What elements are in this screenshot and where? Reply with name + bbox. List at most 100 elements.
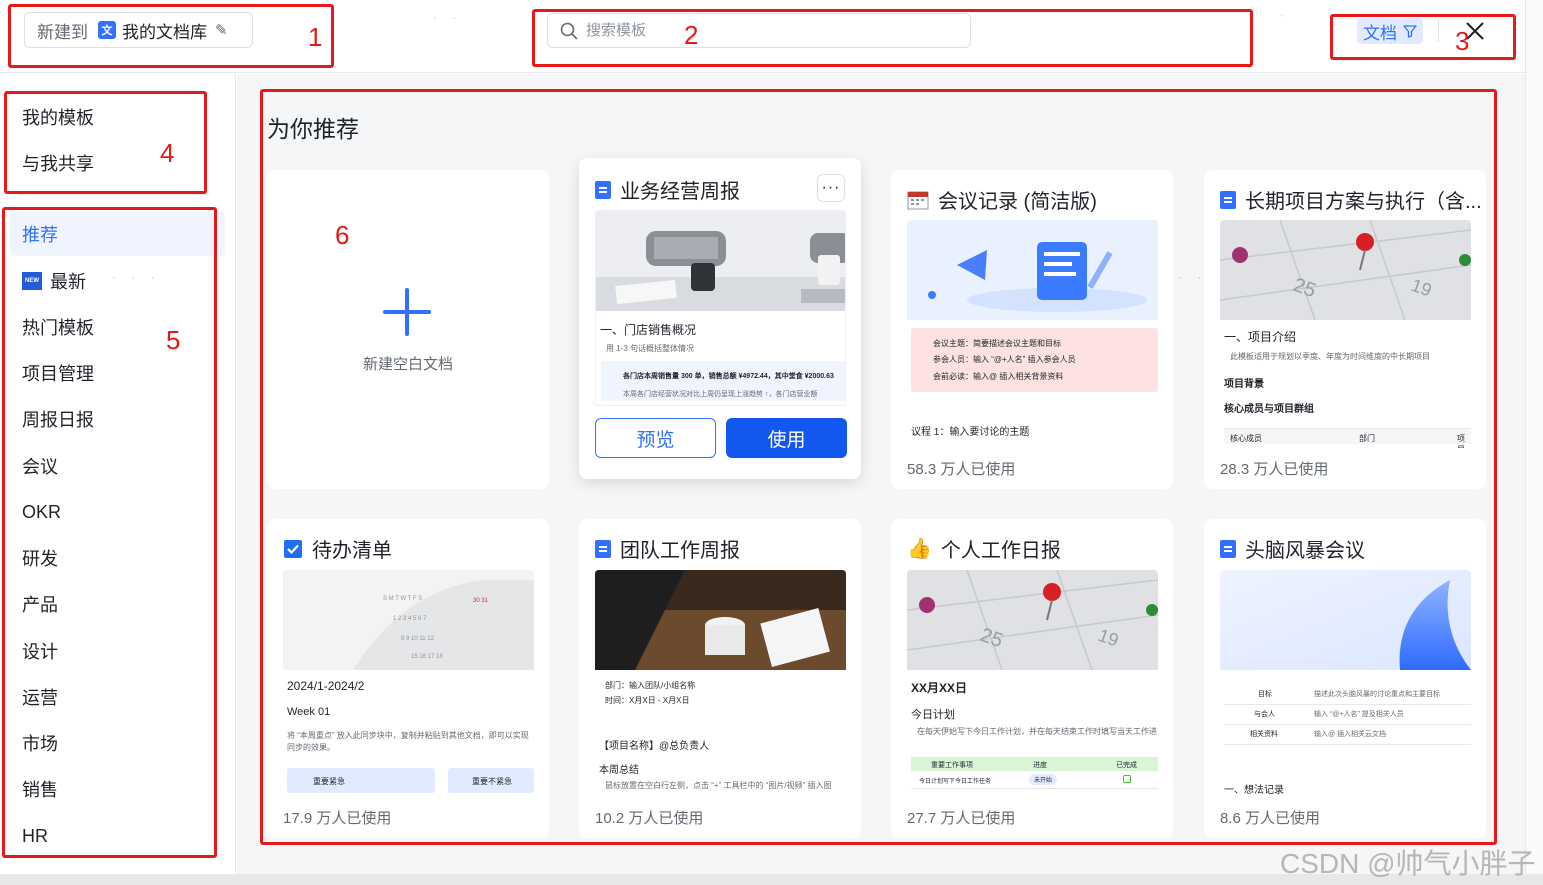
template-card-team-weekly[interactable]: 团队工作周报 部门：输入团队/小组名称 时间：X月X日 - X月X日 【项目名称…	[579, 519, 861, 838]
thumb-line: 会议主题：简要描述会议主题和目标	[933, 339, 1061, 348]
doc-icon	[595, 180, 611, 199]
annotation-number-4: 4	[160, 138, 175, 168]
sidebar-category-okr[interactable]: OKR	[10, 490, 225, 534]
edit-pencil-icon[interactable]: ✎	[215, 21, 228, 39]
sidebar-item-label: 热门模板	[22, 318, 94, 338]
thumb-line: 重要不紧急	[472, 777, 512, 786]
usage-count: 17.9 万人已使用	[283, 810, 392, 827]
usage-count: 58.3 万人已使用	[907, 461, 1016, 478]
thumb-line: 部门	[1359, 434, 1375, 443]
template-card-business-weekly[interactable]: 业务经营周报 ··· 一、门店销售概况 用 1-3 句话概括整体情况 各门店本周…	[579, 158, 861, 479]
sidebar-category-design[interactable]: 设计	[10, 629, 225, 673]
thumb-callout: 会议主题：简要描述会议主题和目标 参会人员：输入 “@+人名” 插入参会人员 会…	[911, 328, 1158, 392]
sidebar-category-hr[interactable]: HR	[10, 814, 225, 858]
sidebar-item-my-templates[interactable]: 我的模板	[10, 95, 225, 139]
search-box[interactable]	[547, 13, 971, 48]
thumb-line: 议程 1：输入要讨论的主题	[911, 427, 1030, 438]
template-thumbnail: 部门：输入团队/小组名称 时间：X月X日 - X月X日 【项目名称】@总负责人 …	[595, 570, 846, 800]
usage-count: 28.3 万人已使用	[1220, 461, 1329, 478]
sidebar-category-recommended[interactable]: 推荐	[10, 212, 225, 256]
thumb-line: 进度	[1033, 762, 1047, 769]
sidebar-item-label: 研发	[22, 549, 58, 569]
template-thumbnail: 一、门店销售概况 用 1-3 句话概括整体情况 各门店本周销售量 300 单，销…	[595, 210, 846, 406]
thumb-line: 项目	[1457, 434, 1465, 448]
doc-icon	[1220, 539, 1236, 558]
sidebar-category-marketing[interactable]: 市场	[10, 721, 225, 765]
sidebar-item-shared-with-me[interactable]: 与我共享	[10, 141, 225, 185]
sidebar-category-meeting[interactable]: 会议	[10, 444, 225, 488]
thumb-line: 一、想法记录	[1224, 785, 1284, 796]
meeting-illustration	[907, 220, 1158, 320]
thumb-line: 各门店本周销售量 300 单，销售总额 ¥4972.44，其中堂食 ¥2000.…	[623, 373, 834, 380]
template-card-title: 头脑风暴会议	[1220, 534, 1486, 563]
thumb-table-row: 今日计划写下今日工作任务 未开始	[911, 771, 1158, 789]
sidebar-category-hot[interactable]: 热门模板	[10, 305, 225, 349]
thumb-line: 重要紧急	[313, 777, 345, 786]
doc-icon	[595, 539, 611, 558]
sidebar-item-label: 设计	[22, 642, 58, 662]
thumb-line: XX月XX日	[911, 681, 968, 695]
office-desk-photo	[596, 211, 845, 311]
new-blank-doc-card[interactable]: 新建空白文档	[267, 170, 549, 489]
section-title: 为你推荐	[267, 116, 359, 142]
template-card-meeting-notes[interactable]: 会议记录 (简洁版) 会议主题：简要描述会议主题和目标 参会人员：输入 “@+人…	[891, 170, 1173, 489]
thumb-line: 相关资料	[1250, 731, 1278, 738]
thumb-line: 一、项目介绍	[1224, 330, 1297, 344]
search-icon	[560, 22, 578, 39]
sidebar-category-reports[interactable]: 周报日报	[10, 397, 225, 441]
template-thumbnail: 25 19 一、项目介绍 此模板适用于规划以季度、年度为时间维度的中长期项目 项…	[1220, 220, 1471, 448]
template-card-daily-report[interactable]: 👍 个人工作日报 25 19 XX月XX日 今日计划 在每天伊始写下今日工作计划…	[891, 519, 1173, 838]
thumb-line: 目标	[1258, 691, 1272, 698]
sidebar-category-product[interactable]: 产品	[10, 582, 225, 626]
dot-decoration: · · ·	[112, 270, 161, 284]
paper-calendar-photo: S M T W T F S 1 2 3 4 5 6 7 8 9 10 11 12 15…	[283, 570, 534, 670]
new-to-location-selector[interactable]: 新建到 文 我的文档库 ✎	[24, 12, 253, 48]
use-button[interactable]: 使用	[726, 418, 847, 458]
sidebar-category-operations[interactable]: 运营	[10, 675, 225, 719]
abstract-blue-illustration	[1220, 570, 1471, 670]
usage-count: 10.2 万人已使用	[595, 810, 704, 827]
sidebar-item-label: OKR	[22, 501, 62, 522]
thumb-line: 输入 “@+人名” 提及相关人员	[1314, 711, 1404, 718]
svg-text:S M T W T F S: S M T W T F S	[383, 596, 422, 602]
thumb-line: 重要工作事项	[931, 762, 973, 769]
thumb-line: 本周各门店经营状况对比上周仍呈现上涨趋势 ↑，各门店营业额	[623, 391, 818, 398]
thumb-callout: 各门店本周销售量 300 单，销售总额 ¥4972.44，其中堂食 ¥2000.…	[601, 361, 845, 401]
filter-label: 文档	[1363, 23, 1397, 43]
more-options-button[interactable]: ···	[817, 174, 845, 202]
sidebar-item-label: 项目管理	[22, 364, 94, 384]
thumb-line: 核心成员	[1230, 434, 1262, 443]
thumb-line: 鼠标放置在空白行左侧，点击 “+” 工具栏中的 “图片/视频” 插入图	[605, 781, 832, 790]
sidebar-category-sales[interactable]: 销售	[10, 767, 225, 811]
annotation-number-2: 2	[684, 20, 699, 50]
template-title: 团队工作周报	[620, 540, 740, 562]
sidebar-item-label: 销售	[22, 780, 58, 800]
template-card-brainstorm[interactable]: 头脑风暴会议 目标 描述此次头脑风暴的讨论重点和主要目标 与会人 输入 “@+人名”…	[1204, 519, 1486, 838]
svg-text:30 31: 30 31	[473, 598, 489, 604]
thumb-line: 核心成员与项目群组	[1224, 404, 1314, 415]
search-input[interactable]	[586, 22, 886, 39]
template-card-long-term-project[interactable]: 长期项目方案与执行（含... 25 19 一、项目介绍 此模板适用于规划以季度、…	[1204, 170, 1486, 489]
sidebar-category-project[interactable]: 项目管理	[10, 351, 225, 395]
template-card-title: 👍 个人工作日报	[907, 534, 1173, 563]
thumb-table-header: 核心成员 部门 项目	[1224, 428, 1471, 448]
thumb-line: 本周总结	[599, 765, 639, 776]
sidebar-category-rd[interactable]: 研发	[10, 536, 225, 580]
calendar-pins-photo: 25 19	[907, 570, 1158, 670]
new-blank-doc-label: 新建空白文档	[362, 356, 453, 373]
filter-funnel-icon	[1403, 25, 1417, 38]
thumb-tag-urgent: 重要紧急	[287, 768, 435, 793]
library-name: 我的文档库	[122, 22, 207, 42]
new-to-label: 新建到	[37, 22, 88, 42]
doc-type-filter-button[interactable]: 文档	[1357, 18, 1423, 44]
doc-library-icon: 文	[98, 21, 116, 39]
svg-text:1 2 3 4 5 6 7: 1 2 3 4 5 6 7	[393, 616, 427, 622]
template-card-title: 长期项目方案与执行（含...	[1220, 185, 1482, 214]
template-title: 长期项目方案与执行（含...	[1245, 191, 1482, 213]
preview-button[interactable]: 预览	[595, 418, 716, 458]
thumb-line: 在每天伊始写下今日工作计划，并在每天结束工作时填写当天工作进	[917, 727, 1157, 736]
sidebar-item-label: 市场	[22, 734, 58, 754]
thumb-line: 描述此次头脑风暴的讨论重点和主要目标	[1314, 691, 1440, 698]
usage-count: 27.7 万人已使用	[907, 810, 1016, 827]
template-card-todo-list[interactable]: 待办清单 S M T W T F S 1 2 3 4 5 6 7 8 9 10 11…	[267, 519, 549, 838]
